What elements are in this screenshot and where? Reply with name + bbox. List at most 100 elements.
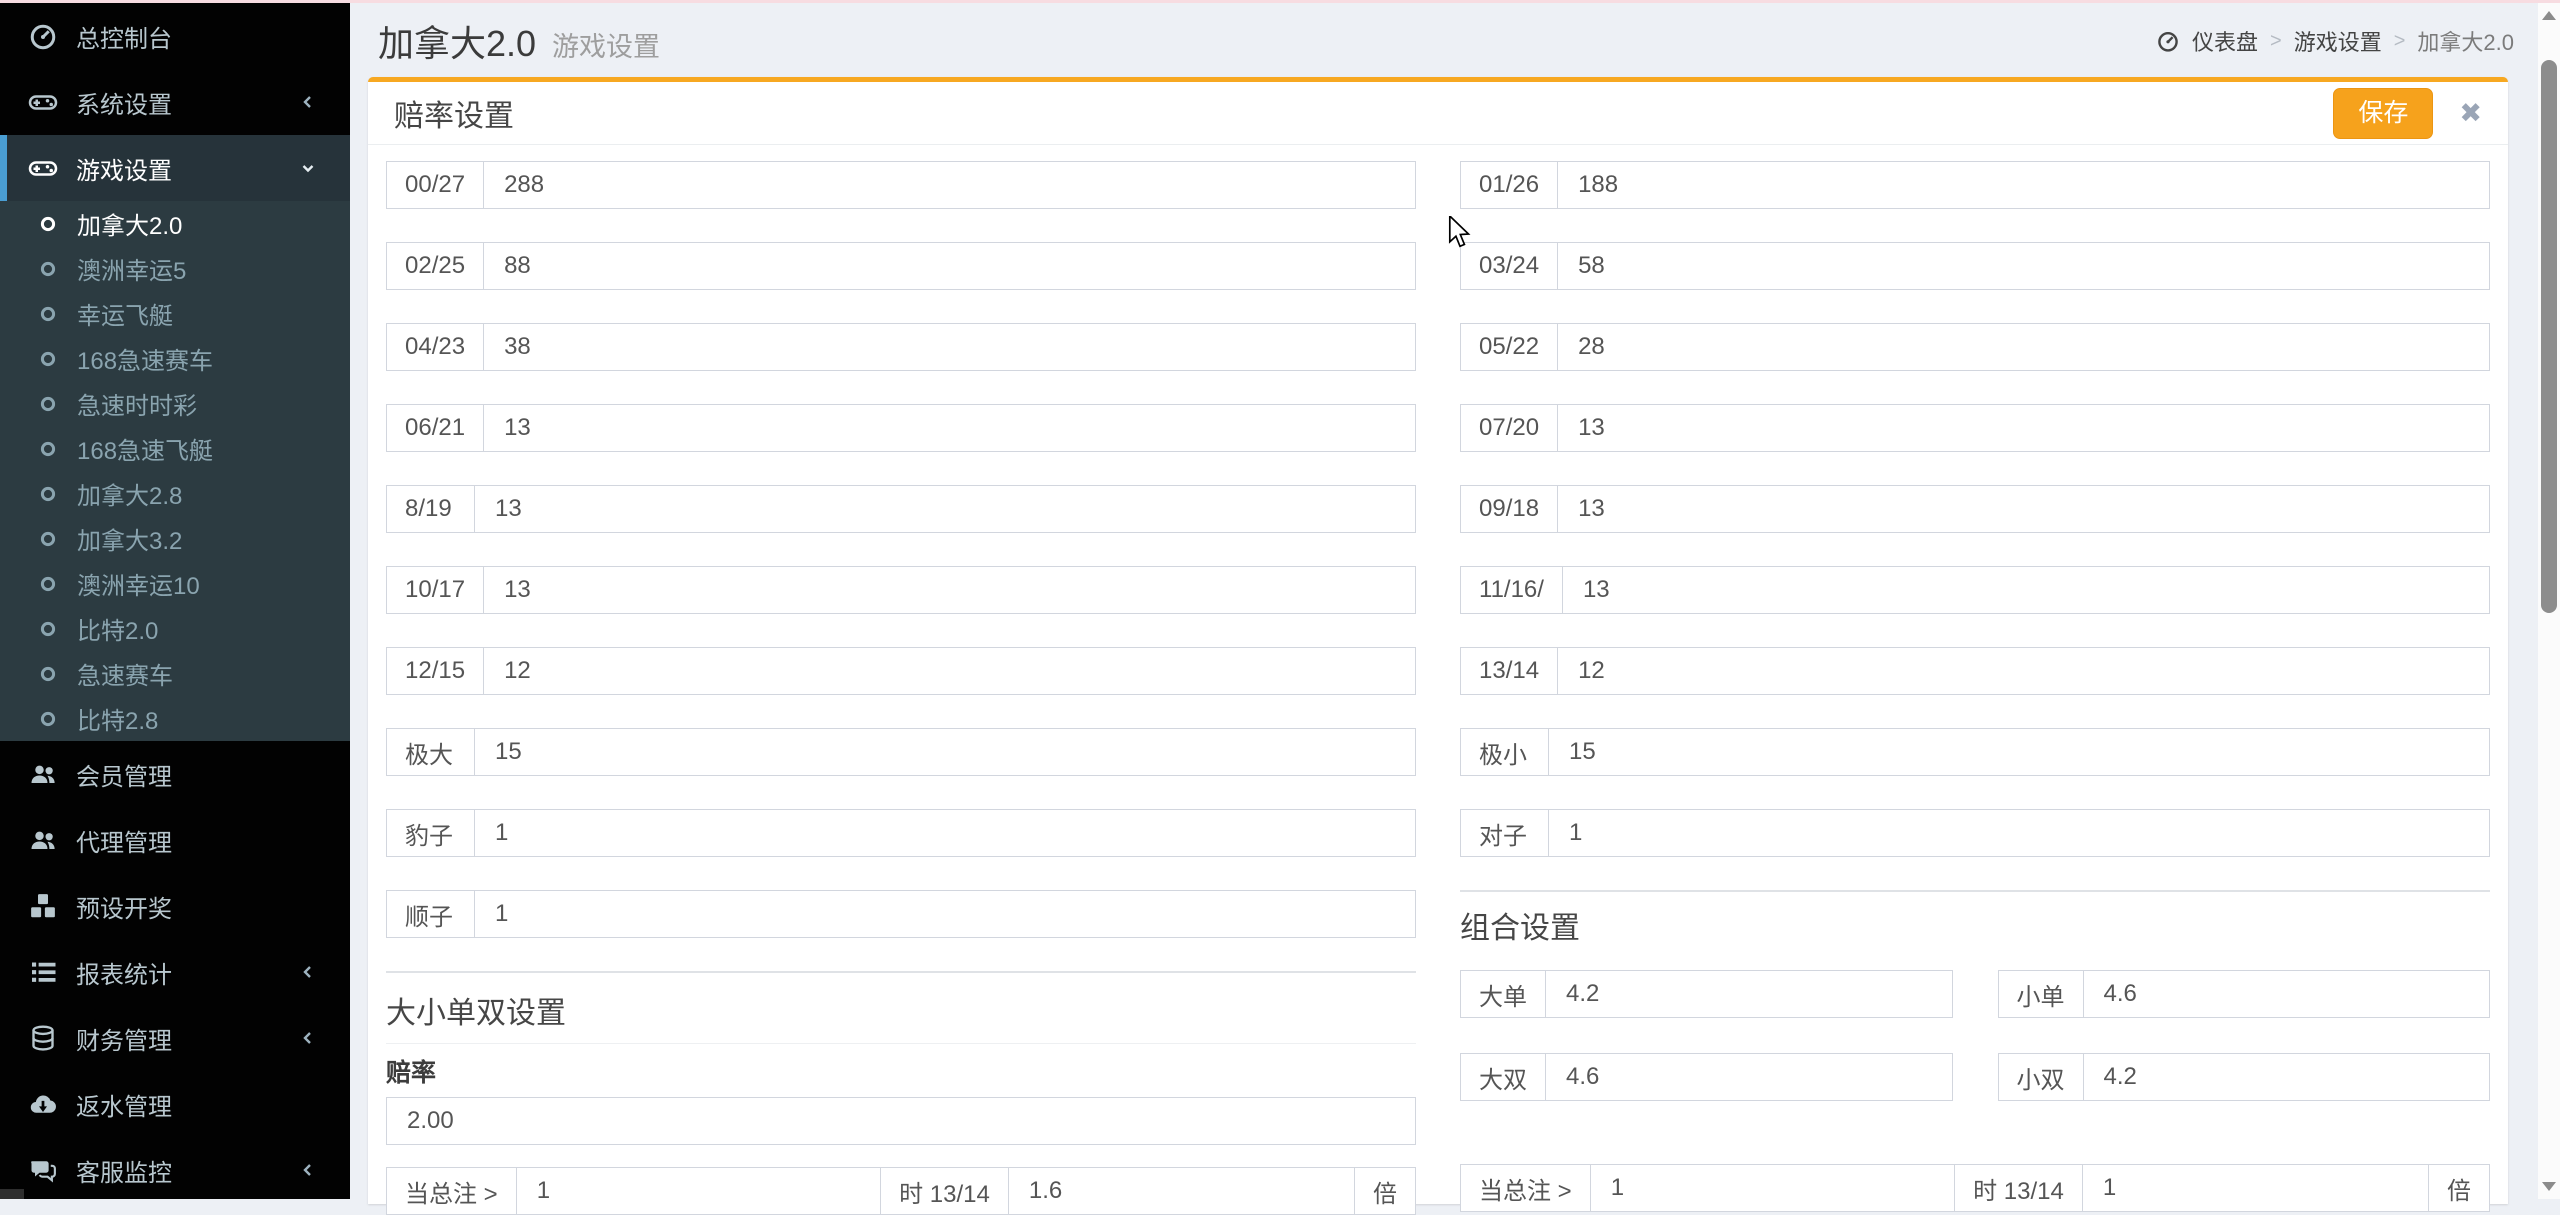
circle-icon: [36, 212, 60, 236]
circle-icon: [36, 482, 60, 506]
sidebar-item-label: 系统设置: [76, 91, 172, 119]
odds-row: 对子: [1460, 809, 2490, 857]
odds-input[interactable]: [1549, 729, 2489, 775]
combo-input[interactable]: [1546, 1054, 1952, 1100]
combo-field: 大单: [1460, 970, 1953, 1018]
combo-input[interactable]: [2083, 1054, 2489, 1100]
sidebar-item-rebate[interactable]: 返水管理: [0, 1071, 350, 1137]
sidebar-item-dashboard[interactable]: 总控制台: [0, 3, 350, 69]
sidebar-item-label: 总控制台: [76, 25, 172, 53]
page-title: 加拿大2.0 游戏设置: [378, 15, 660, 67]
odds-input[interactable]: [475, 486, 1415, 532]
odds-input[interactable]: [484, 324, 1415, 370]
sidebar-subitem-label: 168急速飞艇: [77, 438, 214, 465]
sidebar-subitem-canada32[interactable]: 加拿大3.2: [0, 516, 350, 561]
scroll-down-icon: [2542, 1182, 2556, 1191]
page-title-text: 加拿大2.0: [378, 23, 537, 64]
sidebar-item-system-settings[interactable]: 系统设置: [0, 69, 350, 135]
odds-input[interactable]: [1549, 810, 2489, 856]
panel-header: 赔率设置 保存 ✖: [368, 82, 2508, 145]
odds-field-label: 赔率: [386, 1059, 437, 1087]
sidebar-subitem-label: 加拿大2.8: [77, 483, 183, 510]
odds-row: 06/21: [386, 404, 1416, 452]
combo-field: 小单: [1997, 970, 2490, 1018]
sidebar-subitem-168feiting[interactable]: 168急速飞艇: [0, 426, 350, 471]
sidebar-item-service-monitor[interactable]: 客服监控: [0, 1137, 350, 1203]
scrollbar-thumb[interactable]: [2541, 60, 2557, 613]
odds-input[interactable]: [1558, 162, 2489, 208]
combo-input[interactable]: [1546, 971, 1952, 1017]
sidebar-subitem-canada20[interactable]: 加拿大2.0: [0, 201, 350, 246]
odds-label: 豹子: [387, 810, 475, 856]
rule-threshold-input[interactable]: [516, 1168, 881, 1215]
odds-row: 00/27: [386, 161, 1416, 209]
sidebar-subitem-label: 比特2.0: [77, 618, 159, 645]
sidebar-subitem-bite28[interactable]: 比特2.8: [0, 696, 350, 741]
odds-input[interactable]: [1562, 567, 2489, 613]
combo-label: 大双: [1461, 1054, 1546, 1100]
sidebar-item-preset-draw[interactable]: 预设开奖: [0, 873, 350, 939]
odds-input[interactable]: [484, 567, 1415, 613]
sidebar-subitem-xingyunfeiting[interactable]: 幸运飞艇: [0, 291, 350, 336]
rule-threshold-input[interactable]: [1590, 1165, 1955, 1211]
gamepad-icon: [28, 153, 58, 183]
odds-input[interactable]: [475, 810, 1415, 856]
rule-rate-input[interactable]: [1008, 1168, 1354, 1215]
sidebar-subitem-canada28[interactable]: 加拿大2.8: [0, 471, 350, 516]
dsdd-odds-input[interactable]: [387, 1098, 1415, 1145]
sidebar-item-members[interactable]: 会员管理: [0, 741, 350, 807]
sidebar-item-game-settings[interactable]: 游戏设置: [0, 135, 350, 201]
sidebar-subitem-aozhou10[interactable]: 澳洲幸运10: [0, 561, 350, 606]
odds-input[interactable]: [1558, 324, 2489, 370]
scrollbar-down-button[interactable]: [2538, 1173, 2560, 1199]
sidebar-subitem-label: 加拿大2.0: [77, 213, 183, 240]
users-icon: [28, 759, 58, 789]
sidebar-item-label: 代理管理: [76, 829, 172, 857]
sidebar-item-label: 会员管理: [76, 763, 172, 791]
section-divider: [386, 971, 1416, 973]
odds-label: 06/21: [387, 405, 485, 451]
sidebar-subitem-bite20[interactable]: 比特2.0: [0, 606, 350, 651]
odds-label: 00/27: [387, 162, 485, 208]
odds-row: 05/22: [1460, 323, 2490, 371]
odds-row: 8/19: [386, 485, 1416, 533]
sidebar-subitem-168saiche[interactable]: 168急速赛车: [0, 336, 350, 381]
breadcrumb-dashboard[interactable]: 仪表盘: [2192, 25, 2258, 57]
sidebar-item-finance[interactable]: 财务管理: [0, 1005, 350, 1071]
circle-icon: [36, 662, 60, 686]
odds-label: 顺子: [387, 891, 475, 937]
odds-input[interactable]: [1558, 648, 2489, 694]
odds-input[interactable]: [484, 648, 1415, 694]
odds-input[interactable]: [1558, 243, 2489, 289]
odds-input[interactable]: [484, 405, 1415, 451]
odds-row: 顺子: [386, 890, 1416, 938]
odds-row: 极大: [386, 728, 1416, 776]
breadcrumb: 仪表盘 > 游戏设置 > 加拿大2.0: [2156, 25, 2514, 57]
sidebar-subitem-jisusaiche[interactable]: 急速赛车: [0, 651, 350, 696]
close-icon[interactable]: ✖: [2459, 99, 2482, 127]
sidebar-item-agents[interactable]: 代理管理: [0, 807, 350, 873]
right-column: 01/26 03/24 05/22 07/20 09/18: [1460, 161, 2490, 1215]
odds-input[interactable]: [475, 729, 1415, 775]
scrollbar-up-button[interactable]: [2538, 3, 2560, 29]
odds-label: 极小: [1461, 729, 1549, 775]
odds-label: 05/22: [1461, 324, 1559, 370]
sidebar-item-reports[interactable]: 报表统计: [0, 939, 350, 1005]
sidebar-subitem-aozhou5[interactable]: 澳洲幸运5: [0, 246, 350, 291]
combo-input[interactable]: [2083, 971, 2489, 1017]
odds-input[interactable]: [1558, 486, 2489, 532]
sidebar-subitem-label: 澳洲幸运10: [77, 573, 200, 600]
odds-input[interactable]: [484, 162, 1415, 208]
save-button[interactable]: 保存: [2333, 87, 2434, 139]
odds-label: 03/24: [1461, 243, 1559, 289]
circle-icon: [36, 257, 60, 281]
sidebar-subitem-jisushishicai[interactable]: 急速时时彩: [0, 381, 350, 426]
rule-rate-input[interactable]: [2082, 1165, 2428, 1211]
odds-input[interactable]: [475, 891, 1415, 937]
odds-input[interactable]: [484, 243, 1415, 289]
odds-input[interactable]: [1558, 405, 2489, 451]
circle-icon: [36, 572, 60, 596]
dashboard-icon: [2156, 29, 2180, 53]
breadcrumb-game-settings[interactable]: 游戏设置: [2294, 25, 2382, 57]
combo-field: 小双: [1997, 1053, 2490, 1101]
